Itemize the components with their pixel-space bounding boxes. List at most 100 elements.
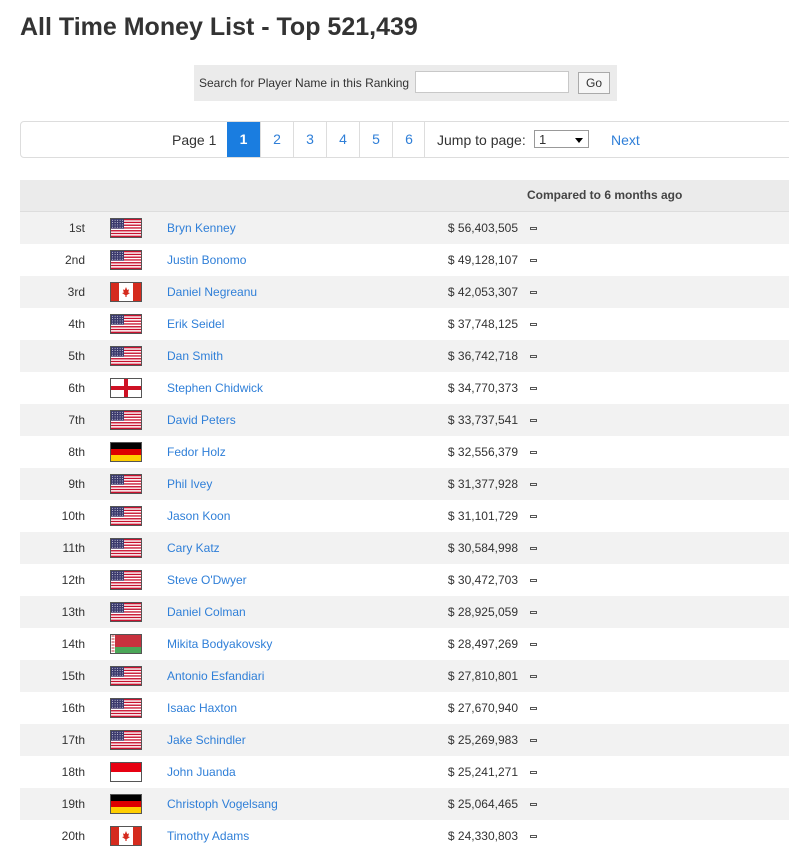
no-change-icon <box>530 355 537 358</box>
compare-header: Compared to 6 months ago <box>527 188 683 202</box>
table-row: 17th Jake Schindler $ 25,269,983 <box>20 724 789 756</box>
player-name-link[interactable]: Antonio Esfandiari <box>167 669 264 683</box>
player-name-link[interactable]: Stephen Chidwick <box>167 381 263 395</box>
player-name-link[interactable]: Daniel Colman <box>167 605 246 619</box>
no-change-icon <box>530 835 537 838</box>
money-value: $ 33,737,541 <box>447 413 518 427</box>
player-name-link[interactable]: Justin Bonomo <box>167 253 246 267</box>
no-change-icon <box>530 803 537 806</box>
no-change-icon <box>530 227 537 230</box>
player-name-link[interactable]: Bryn Kenney <box>167 221 236 235</box>
rank: 9th <box>68 477 85 491</box>
player-name-link[interactable]: Cary Katz <box>167 541 220 555</box>
no-change-icon <box>530 611 537 614</box>
germany-flag-icon <box>110 794 142 814</box>
next-page-link[interactable]: Next <box>611 132 640 148</box>
page-2-link[interactable]: 2 <box>260 122 293 157</box>
rank: 15th <box>61 669 85 683</box>
jump-page-select[interactable]: 1 <box>534 130 589 148</box>
player-name-link[interactable]: Mikita Bodyakovsky <box>167 637 272 651</box>
table-row: 10th Jason Koon $ 31,101,729 <box>20 500 789 532</box>
rank: 3rd <box>67 285 85 299</box>
no-change-icon <box>530 451 537 454</box>
search-bar: Search for Player Name in this Ranking G… <box>194 65 617 101</box>
rank: 19th <box>61 797 85 811</box>
rank: 20th <box>61 829 85 843</box>
player-name-link[interactable]: Jake Schindler <box>167 733 246 747</box>
money-value: $ 42,053,307 <box>447 285 518 299</box>
canada-flag-icon <box>110 282 142 302</box>
england-flag-icon <box>110 378 142 398</box>
rank: 12th <box>61 573 85 587</box>
us-flag-icon <box>110 730 142 750</box>
page-title: All Time Money List - Top 521,439 <box>20 13 418 41</box>
rank: 8th <box>68 445 85 459</box>
rank: 13th <box>61 605 85 619</box>
no-change-icon <box>530 323 537 326</box>
table-row: 7th David Peters $ 33,737,541 <box>20 404 789 436</box>
player-name-link[interactable]: Isaac Haxton <box>167 701 237 715</box>
us-flag-icon <box>110 506 142 526</box>
table-row: 8th Fedor Holz $ 32,556,379 <box>20 436 789 468</box>
rank: 4th <box>68 317 85 331</box>
us-flag-icon <box>110 314 142 334</box>
no-change-icon <box>530 579 537 582</box>
no-change-icon <box>530 771 537 774</box>
money-value: $ 27,670,940 <box>447 701 518 715</box>
belarus-flag-icon <box>110 634 142 654</box>
go-button[interactable]: Go <box>578 72 610 94</box>
page-3-link[interactable]: 3 <box>293 122 326 157</box>
rank: 11th <box>62 541 85 555</box>
player-name-link[interactable]: David Peters <box>167 413 236 427</box>
us-flag-icon <box>110 698 142 718</box>
table-row: 3rd Daniel Negreanu $ 42,053,307 <box>20 276 789 308</box>
no-change-icon <box>530 643 537 646</box>
table-row: 6th Stephen Chidwick $ 34,770,373 <box>20 372 789 404</box>
page-1-link[interactable]: 1 <box>227 122 260 157</box>
jump-page-value: 1 <box>539 132 547 147</box>
rank: 16th <box>61 701 85 715</box>
money-value: $ 27,810,801 <box>447 669 518 683</box>
money-value: $ 34,770,373 <box>447 381 518 395</box>
table-header: Compared to 6 months ago <box>20 180 789 212</box>
canada-flag-icon <box>110 826 142 846</box>
us-flag-icon <box>110 538 142 558</box>
us-flag-icon <box>110 602 142 622</box>
page-5-link[interactable]: 5 <box>359 122 392 157</box>
no-change-icon <box>530 419 537 422</box>
money-value: $ 32,556,379 <box>447 445 518 459</box>
player-name-link[interactable]: Fedor Holz <box>167 445 226 459</box>
player-name-link[interactable]: Jason Koon <box>167 509 230 523</box>
ranking-table: 1st Bryn Kenney $ 56,403,505 2nd Justin Bono… <box>20 212 789 852</box>
rank: 10th <box>61 509 85 523</box>
no-change-icon <box>530 387 537 390</box>
table-row: 13th Daniel Colman $ 28,925,059 <box>20 596 789 628</box>
table-row: 4th Erik Seidel $ 37,748,125 <box>20 308 789 340</box>
no-change-icon <box>530 707 537 710</box>
player-name-link[interactable]: Daniel Negreanu <box>167 285 257 299</box>
player-name-link[interactable]: Phil Ivey <box>167 477 212 491</box>
search-input[interactable] <box>415 71 569 93</box>
page-4-link[interactable]: 4 <box>326 122 359 157</box>
page-6-link[interactable]: 6 <box>392 122 425 157</box>
us-flag-icon <box>110 250 142 270</box>
money-value: $ 30,472,703 <box>447 573 518 587</box>
player-name-link[interactable]: Christoph Vogelsang <box>167 797 278 811</box>
money-value: $ 49,128,107 <box>447 253 518 267</box>
germany-flag-icon <box>110 442 142 462</box>
rank: 17th <box>61 733 85 747</box>
money-value: $ 25,241,271 <box>447 765 518 779</box>
player-name-link[interactable]: Erik Seidel <box>167 317 224 331</box>
search-label: Search for Player Name in this Ranking <box>199 76 410 90</box>
money-value: $ 37,748,125 <box>447 317 518 331</box>
us-flag-icon <box>110 346 142 366</box>
player-name-link[interactable]: Timothy Adams <box>167 829 249 843</box>
table-row: 1st Bryn Kenney $ 56,403,505 <box>20 212 789 244</box>
player-name-link[interactable]: Dan Smith <box>167 349 223 363</box>
us-flag-icon <box>110 666 142 686</box>
rank: 5th <box>68 349 85 363</box>
money-value: $ 30,584,998 <box>447 541 518 555</box>
rank: 1st <box>68 221 85 235</box>
player-name-link[interactable]: John Juanda <box>167 765 236 779</box>
player-name-link[interactable]: Steve O'Dwyer <box>167 573 247 587</box>
